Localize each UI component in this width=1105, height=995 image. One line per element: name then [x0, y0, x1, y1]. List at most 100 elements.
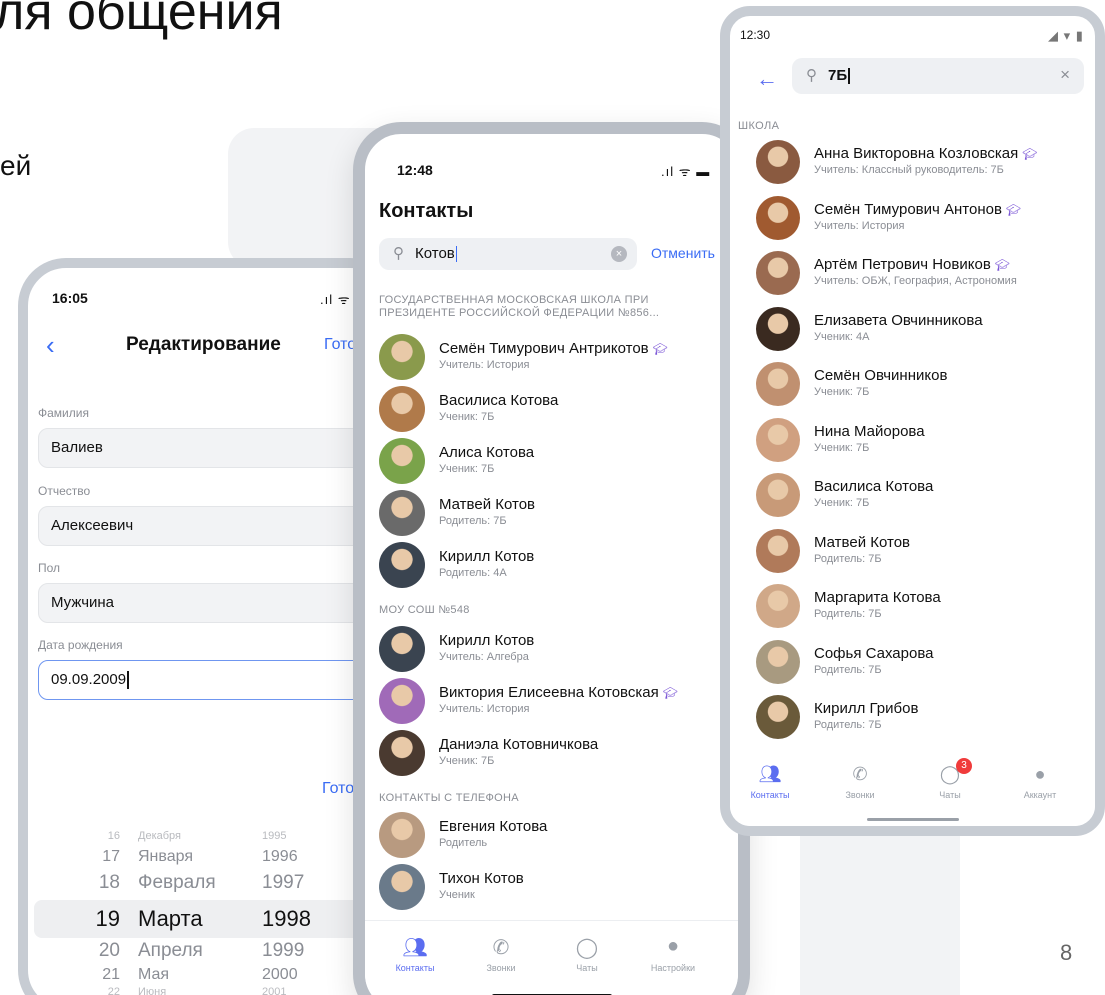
slide-heading: ля общения: [0, 0, 283, 41]
tab-contacts[interactable]: 👥︎ Контакты: [730, 764, 810, 800]
contact-row[interactable]: Евгения Котова Родитель: [379, 812, 729, 858]
tab-chats[interactable]: ◯ Чаты: [547, 935, 627, 973]
cancel-button[interactable]: Отменить: [651, 245, 715, 261]
tab-calls[interactable]: ✆ Звонки: [461, 935, 541, 973]
contact-name: Елизавета Овчинникова: [814, 311, 983, 329]
section-header: ШКОЛА: [738, 120, 780, 132]
picker-day: 21: [102, 966, 120, 983]
status-time: 12:30: [740, 28, 771, 42]
contact-row[interactable]: Тихон Котов Ученик: [379, 864, 729, 910]
background-card: [800, 820, 960, 995]
field-label-patronymic: Отчество: [38, 484, 91, 498]
contact-subtitle: Ученик: 7Б: [439, 755, 495, 767]
picker-year: 1995: [262, 830, 287, 842]
section-header: МОУ СОШ №548: [379, 604, 470, 616]
page-title: Редактирование: [126, 334, 281, 355]
surname-field[interactable]: Валиев: [38, 428, 378, 468]
date-picker-wheel[interactable]: 16 Декабря 1995 17 Января 1996 18 Февраля 1997…: [28, 828, 388, 995]
close-icon[interactable]: ×: [1060, 65, 1070, 85]
avatar: [379, 490, 425, 536]
picker-row[interactable]: 18 Февраля 1997: [28, 872, 388, 902]
contact-row[interactable]: Елизавета Овчинникова Ученик: 4А: [756, 306, 1095, 351]
search-icon: ⚲: [393, 245, 404, 262]
tab-label: Настройки: [650, 963, 696, 973]
avatar: [756, 639, 800, 684]
avatar: [379, 864, 425, 910]
contact-name: Кирилл Грибов: [814, 700, 919, 717]
phone-android-search: 12:30 ◢ ▾ ▮ ← ⚲ 7Б × ШКОЛА Анна Викторов…: [720, 6, 1105, 836]
picker-month: Июня: [138, 986, 167, 995]
picker-year: 1996: [262, 848, 298, 865]
tab-account[interactable]: ● Аккаунт: [1000, 764, 1080, 800]
avatar: [379, 438, 425, 484]
slide-text-fragment: ей: [0, 150, 32, 181]
contact-row[interactable]: Анна Викторовна Козловская 🎓︎ Учитель: Кла…: [756, 140, 1095, 184]
gender-field[interactable]: Мужчина: [38, 583, 378, 623]
avatar: [756, 417, 800, 462]
contact-row[interactable]: Даниэла Котовничкова Ученик: 7Б: [379, 730, 729, 776]
tab-chats[interactable]: ◯ 3 Чаты: [910, 758, 990, 800]
status-time: 12:48: [397, 162, 433, 178]
birthdate-field[interactable]: 09.09.2009: [38, 660, 378, 700]
back-chevron-icon[interactable]: ‹: [46, 330, 55, 361]
contact-subtitle: Родитель: 4А: [439, 567, 507, 579]
people-icon: 👥︎: [758, 764, 782, 784]
contact-subtitle: Ученик: 4А: [814, 330, 870, 343]
picker-year: 1998: [262, 906, 311, 931]
back-arrow-icon[interactable]: ←: [756, 66, 778, 92]
contact-row[interactable]: Софья Сахарова Родитель: 7Б: [756, 639, 1095, 684]
patronymic-field[interactable]: Алексеевич: [38, 506, 378, 546]
field-label-gender: Пол: [38, 561, 61, 575]
contact-row[interactable]: Василиса Котова Ученик: 7Б: [379, 386, 729, 432]
chat-icon: ◯: [575, 937, 599, 959]
contact-name: Анна Викторовна Козловская 🎓︎: [814, 145, 1038, 162]
contact-row[interactable]: Матвей Котов Родитель: 7Б: [756, 528, 1095, 573]
tab-label: Контакты: [395, 963, 435, 973]
section-header: ГОСУДАРСТВЕННАЯ МОСКОВСКАЯ ШКОЛА ПРИ ПРЕ…: [379, 294, 660, 319]
tab-calls[interactable]: ✆ Звонки: [820, 764, 900, 800]
phone-edit-profile: 16:05 .ıl ᯤ ‹ Редактирование Готово Фами…: [18, 258, 398, 995]
contact-row[interactable]: Матвей Котов Родитель: 7Б: [379, 490, 729, 536]
tab-contacts[interactable]: 👥︎ Контакты: [375, 935, 455, 973]
avatar: [756, 140, 800, 184]
search-query: Котов: [415, 245, 458, 263]
search-input[interactable]: ⚲ Котов ×: [379, 238, 637, 270]
contact-row[interactable]: Маргарита Котова Родитель: 7Б: [756, 584, 1095, 628]
contact-row[interactable]: Семён Тимурович Антонов 🎓︎ Учитель: Истори…: [756, 195, 1095, 240]
teacher-cap-icon: 🎓︎: [662, 686, 678, 700]
field-label-birthdate: Дата рождения: [38, 638, 123, 652]
contact-row[interactable]: Артём Петрович Новиков 🎓︎ Учитель: ОБЖ, Ге…: [756, 251, 1095, 295]
contact-row[interactable]: Василиса Котова Ученик: 7Б: [756, 473, 1095, 517]
search-input[interactable]: ⚲ 7Б ×: [792, 58, 1084, 94]
picker-row-selected[interactable]: 19 Марта 1998: [28, 906, 388, 936]
tab-settings[interactable]: ● Настройки: [633, 935, 713, 973]
people-icon: 👥︎: [402, 937, 428, 959]
picker-row[interactable]: 22 Июня 2001: [28, 986, 388, 995]
contact-subtitle: Родитель: 7Б: [814, 552, 882, 565]
avatar: [379, 678, 425, 724]
tab-label: Чаты: [939, 790, 961, 800]
contact-subtitle: Учитель: ОБЖ, География, Астрономия: [814, 275, 1017, 287]
avatar: [379, 626, 425, 672]
contact-row[interactable]: Семён Тимурович Антрикотов 🎓︎ Учитель: Ист…: [379, 334, 729, 380]
contact-row[interactable]: Алиса Котова Ученик: 7Б: [379, 438, 729, 484]
contact-row[interactable]: Виктория Елисеевна Котовская 🎓︎ Учитель: И…: [379, 678, 729, 724]
avatar: [756, 528, 800, 573]
picker-month: Марта: [138, 906, 203, 931]
clear-icon[interactable]: ×: [611, 246, 627, 262]
contact-row[interactable]: Нина Майорова Ученик: 7Б: [756, 417, 1095, 462]
contact-row[interactable]: Семён Овчинников Ученик: 7Б: [756, 362, 1095, 406]
notification-badge: 3: [956, 758, 972, 774]
teacher-cap-icon: 🎓︎: [1022, 147, 1038, 161]
contact-name: Василиса Котова: [439, 392, 559, 409]
contact-row[interactable]: Кирилл Котов Учитель: Алгебра: [379, 626, 729, 672]
contact-row[interactable]: Кирилл Грибов Родитель: 7Б: [756, 695, 1095, 739]
contact-name: Тихон Котов: [439, 870, 524, 887]
status-time: 16:05: [52, 290, 88, 306]
teacher-cap-icon: 🎓︎: [994, 258, 1011, 272]
section-header: КОНТАКТЫ С ТЕЛЕФОНА: [379, 792, 519, 804]
presentation-slide: ля общения ей 8 16:05 .ıl ᯤ ‹ Редактиров…: [0, 0, 1105, 995]
home-indicator: [866, 818, 959, 821]
tab-label: Аккаунт: [1023, 790, 1057, 800]
contact-row[interactable]: Кирилл Котов Родитель: 4А: [379, 542, 729, 588]
